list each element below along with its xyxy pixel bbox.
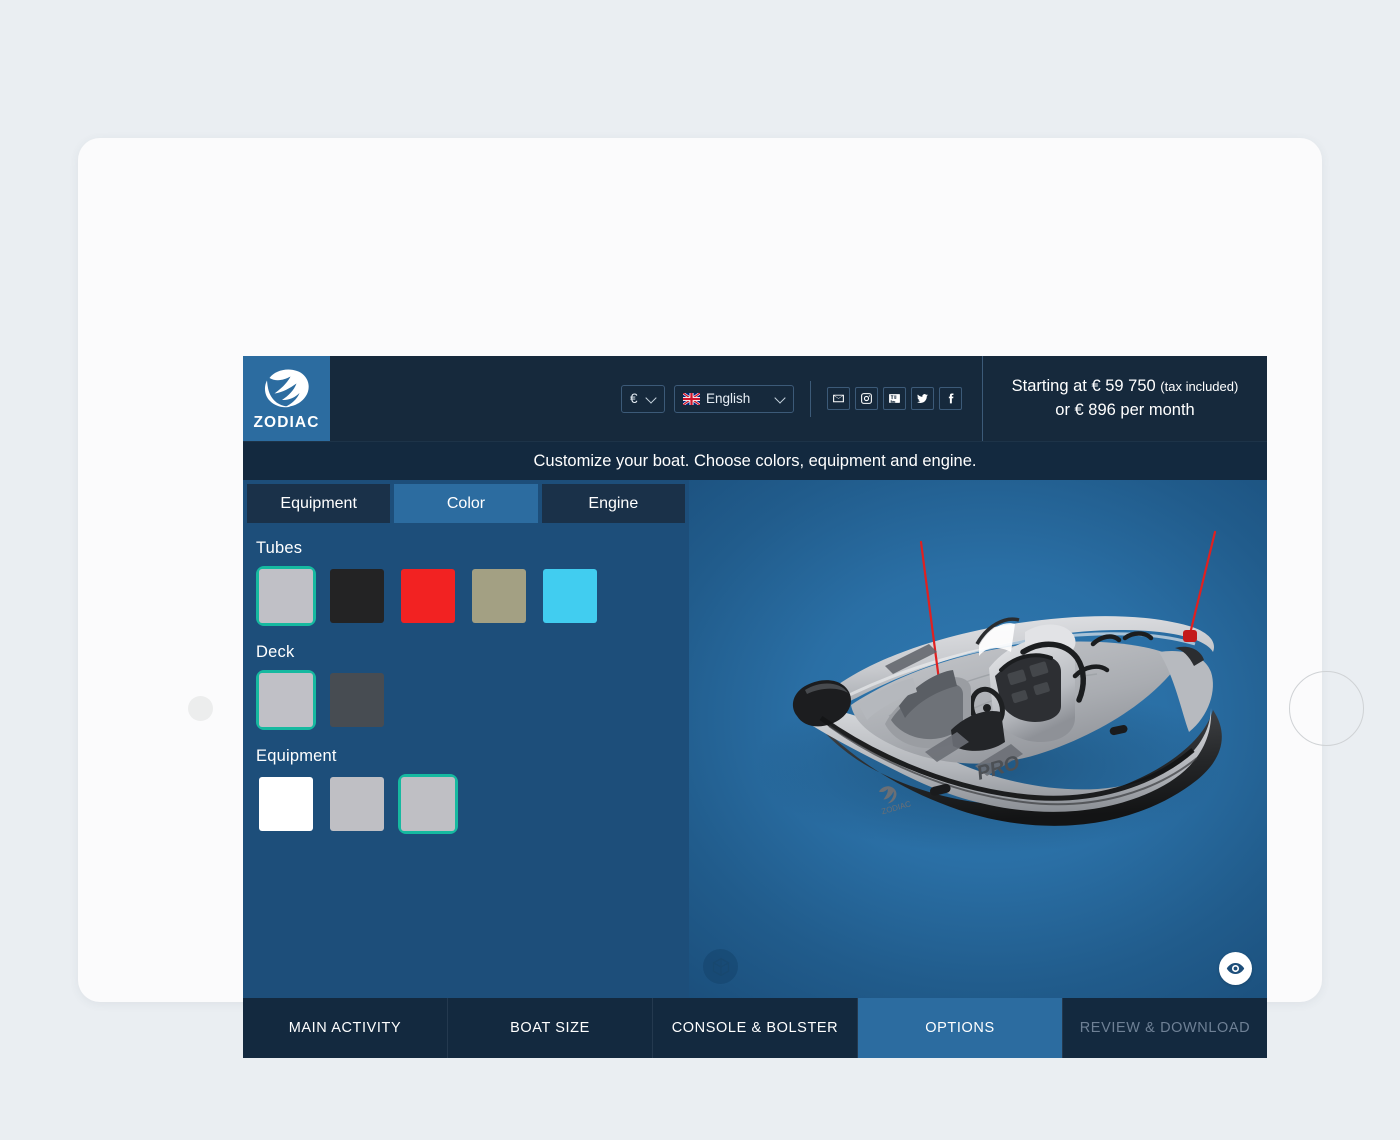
boat-viewer[interactable]: PRO ZODIAC (689, 480, 1267, 998)
zodiac-swoosh-icon (264, 369, 309, 407)
currency-value: € (630, 391, 638, 406)
workflow-step-nav: MAIN ACTIVITY BOAT SIZE CONSOLE & BOLSTE… (243, 998, 1267, 1058)
boat-3d-model: PRO ZODIAC (754, 530, 1224, 853)
swatch-tubes-3[interactable] (469, 566, 529, 626)
swatch-tubes-1[interactable] (327, 566, 387, 626)
tablet-home-button[interactable] (188, 696, 213, 721)
chevron-down-icon (647, 394, 656, 403)
nav-step-console-bolster[interactable]: CONSOLE & BOLSTER (653, 998, 858, 1058)
chevron-down-icon (776, 394, 785, 403)
tab-engine[interactable]: Engine (541, 484, 685, 523)
facebook-icon[interactable] (939, 387, 962, 410)
boat-render: PRO ZODIAC (689, 480, 1267, 998)
swatch-tubes-0[interactable] (256, 566, 316, 626)
option-group-equipment: Equipment (256, 747, 689, 834)
tablet-frame: ZODIAC € English Starting at € 59 750 (t… (78, 138, 1364, 1058)
tab-equipment[interactable]: Equipment (247, 484, 391, 523)
boat-configurator-app: ZODIAC € English Starting at € 59 750 (t… (243, 356, 1267, 1058)
social-icon-group (827, 387, 962, 410)
price-line-primary: Starting at € 59 750 (tax included) (1012, 375, 1239, 398)
price-line-monthly: or € 896 per month (1055, 400, 1195, 419)
option-group-tubes: Tubes (256, 539, 689, 626)
swatch-fill (330, 777, 384, 831)
youtube-icon[interactable] (883, 387, 906, 410)
language-value: English (706, 391, 751, 406)
instruction-bar: Customize your boat. Choose colors, equi… (243, 441, 1267, 480)
swatch-equipment-1[interactable] (327, 774, 387, 834)
swatch-fill (259, 777, 313, 831)
group-label-equipment: Equipment (256, 747, 337, 765)
swatch-tubes-4[interactable] (540, 566, 600, 626)
swatch-fill (330, 673, 384, 727)
brand-wordmark: ZODIAC (253, 413, 320, 431)
tablet-camera-ring (1289, 671, 1364, 746)
nav-step-boat-size[interactable]: BOAT SIZE (448, 998, 653, 1058)
uk-flag-icon (683, 392, 700, 405)
tab-strip: Equipment Color Engine (243, 480, 689, 523)
twitter-icon[interactable] (911, 387, 934, 410)
swatch-fill (401, 569, 455, 623)
swatch-fill (330, 569, 384, 623)
price-main-value: Starting at € 59 750 (1011, 377, 1156, 396)
swatch-fill (472, 569, 526, 623)
eye-icon (1226, 962, 1245, 975)
group-label-deck: Deck (256, 643, 295, 661)
preview-toggle-button[interactable] (1219, 952, 1252, 985)
app-header: ZODIAC € English Starting at € 59 750 (t… (243, 356, 1267, 441)
nav-step-main-activity[interactable]: MAIN ACTIVITY (243, 998, 448, 1058)
swatch-fill (543, 569, 597, 623)
instagram-icon[interactable] (855, 387, 878, 410)
option-groups: Tubes Deck Equipment (243, 523, 689, 851)
nav-step-options[interactable]: OPTIONS (858, 998, 1063, 1058)
nav-step-review-download[interactable]: REVIEW & DOWNLOAD (1063, 998, 1267, 1058)
swatch-row-deck (256, 670, 689, 730)
group-label-tubes: Tubes (256, 539, 303, 557)
header-divider (810, 380, 811, 417)
language-select[interactable]: English (674, 384, 794, 413)
swatch-row-tubes (256, 566, 689, 626)
cube-3d-icon (712, 957, 729, 976)
swatch-fill (259, 569, 313, 623)
swatch-fill (401, 777, 455, 831)
currency-select[interactable]: € (621, 384, 665, 413)
swatch-equipment-0[interactable] (256, 774, 316, 834)
swatch-tubes-2[interactable] (398, 566, 458, 626)
price-panel: Starting at € 59 750 (tax included) or €… (982, 356, 1267, 441)
swatch-deck-0[interactable] (256, 670, 316, 730)
options-sidebar: Equipment Color Engine Tubes Deck Equipm… (243, 480, 689, 998)
swatch-fill (259, 673, 313, 727)
tab-color[interactable]: Color (394, 484, 538, 523)
swatch-row-equipment (256, 774, 689, 834)
app-body: Equipment Color Engine Tubes Deck Equipm… (243, 480, 1267, 998)
swatch-deck-1[interactable] (327, 670, 387, 730)
view-3d-toggle-button[interactable] (703, 949, 738, 984)
brand-logo[interactable]: ZODIAC (243, 356, 330, 441)
email-icon[interactable] (827, 387, 850, 410)
option-group-deck: Deck (256, 643, 689, 730)
header-controls: € English (330, 356, 982, 441)
swatch-equipment-2[interactable] (398, 774, 458, 834)
price-tax-note: (tax included) (1160, 379, 1239, 395)
